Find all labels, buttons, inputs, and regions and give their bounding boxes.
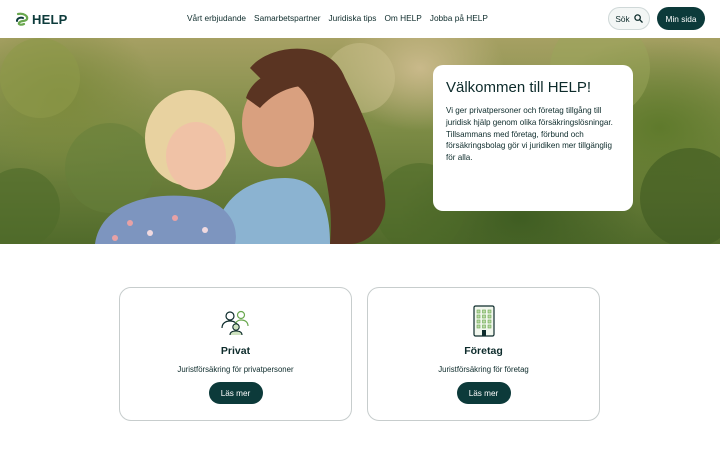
hero-welcome-card: Välkommen till HELP! Vi ger privatperson… (433, 65, 633, 211)
nav-item-samarbetspartner[interactable]: Samarbetspartner (254, 13, 320, 23)
logo-mark-icon (16, 12, 29, 26)
help-logo[interactable]: HELP (15, 10, 67, 28)
site-header: HELP Vårt erbjudande Samarbetspartner Ju… (0, 0, 720, 38)
people-icon (220, 310, 249, 336)
card-privat-las-mer-button[interactable]: Läs mer (208, 382, 263, 404)
card-foretag-subtitle: Juristförsäkring för företag (438, 365, 529, 374)
card-privat-title: Privat (220, 345, 251, 357)
hero-title: Välkommen till HELP! (446, 79, 592, 96)
card-privat-subtitle: Juristförsäkring för privatpersoner (177, 365, 294, 374)
nav-item-om-help[interactable]: Om HELP (384, 13, 421, 23)
building-icon (472, 305, 495, 337)
nav-item-erbjudande[interactable]: Vårt erbjudande (187, 13, 246, 23)
search-button-label: Sök (615, 13, 630, 24)
search-icon (633, 14, 643, 23)
card-foretag[interactable]: Företag Juristförsäkring för företag Läs… (367, 287, 600, 421)
main-nav: Vårt erbjudande Samarbetspartner Juridis… (187, 13, 488, 23)
search-button[interactable]: Sök (608, 7, 650, 30)
hero-text: Vi ger privatpersoner och företag tillgå… (446, 106, 613, 163)
nav-item-juridiska-tips[interactable]: Juridiska tips (328, 13, 376, 23)
hero-image: Välkommen till HELP! Vi ger privatperson… (0, 38, 720, 244)
logo-text: HELP (32, 11, 68, 27)
card-foretag-title: Företag (464, 345, 503, 357)
card-foretag-las-mer-button[interactable]: Läs mer (456, 382, 511, 404)
card-privat[interactable]: Privat Juristförsäkring för privatperson… (119, 287, 352, 421)
min-sida-button[interactable]: Min sida (657, 7, 705, 30)
nav-item-jobba[interactable]: Jobba på HELP (430, 13, 488, 23)
